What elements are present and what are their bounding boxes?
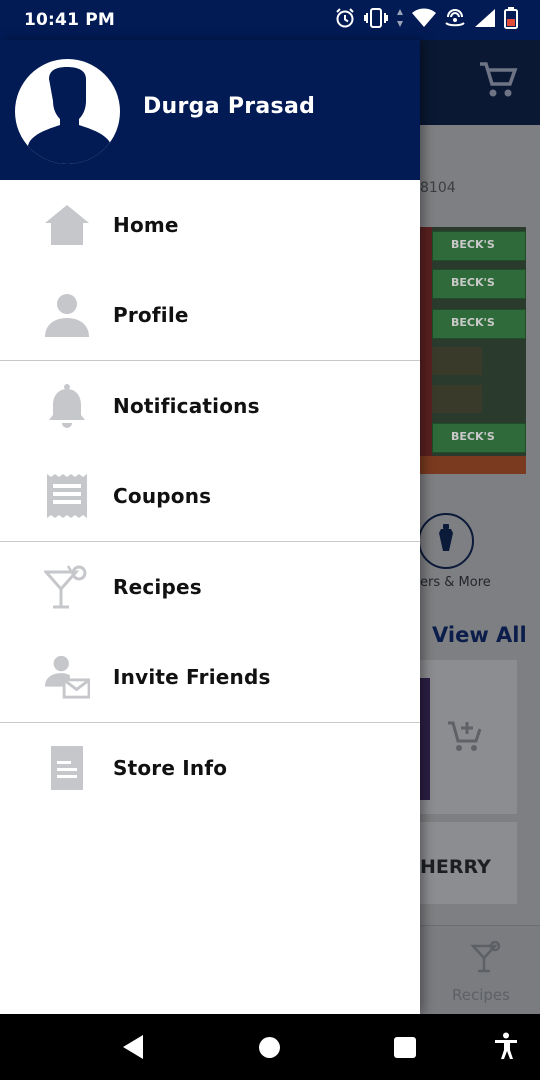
menu-item-home[interactable]: Home [0, 180, 420, 270]
store-id-fragment: 8104 [420, 180, 456, 196]
cart-icon [478, 60, 518, 104]
status-icons [334, 7, 518, 33]
add-to-cart-icon [446, 717, 486, 761]
menu-item-invite-friends[interactable]: Invite Friends [0, 632, 420, 722]
cocktail-icon [470, 940, 502, 978]
menu-item-label: Home [113, 213, 179, 237]
vibrate-icon [364, 7, 388, 33]
alarm-icon [334, 7, 356, 33]
accessibility-icon[interactable] [493, 1032, 519, 1064]
person-silhouette-icon [26, 67, 113, 164]
home-icon [44, 202, 90, 248]
menu-item-label: Store Info [113, 756, 228, 780]
home-circle-icon[interactable] [259, 1037, 280, 1058]
navigation-drawer: Durga Prasad Home Profile Notifications [0, 40, 420, 1014]
menu-item-coupons[interactable]: Coupons [0, 451, 420, 541]
data-arrows-icon [396, 8, 404, 32]
person-icon [44, 292, 90, 338]
crate: BECK'S [432, 231, 526, 261]
status-time: 10:41 PM [24, 10, 116, 30]
battery-low-icon [504, 7, 518, 33]
status-bar: 10:41 PM [0, 0, 540, 40]
category-label: ers & More [420, 575, 491, 590]
crate: BECK'S [432, 423, 526, 453]
view-all-link: View All [432, 623, 527, 647]
crate: BECK'S [432, 309, 526, 339]
user-name: Durga Prasad [143, 94, 316, 119]
menu-item-label: Invite Friends [113, 665, 271, 689]
shaker-category-icon [418, 513, 474, 569]
back-icon[interactable] [121, 1034, 145, 1064]
drawer-header: Durga Prasad [0, 40, 420, 180]
menu-item-label: Recipes [113, 575, 202, 599]
bell-icon [44, 383, 90, 429]
crate: BECK'S [432, 269, 526, 299]
menu-item-label: Notifications [113, 394, 260, 418]
signal-icon [474, 8, 496, 32]
product-name-fragment: HERRY [420, 856, 491, 878]
recents-icon[interactable] [394, 1037, 416, 1058]
menu-item-notifications[interactable]: Notifications [0, 361, 420, 451]
document-icon [44, 745, 90, 791]
wifi-icon [412, 8, 436, 32]
drawer-menu: Home Profile Notifications Coupons Recip… [0, 180, 420, 813]
cocktail-icon [44, 564, 90, 610]
menu-item-profile[interactable]: Profile [0, 270, 420, 360]
bottle-crate [432, 347, 482, 375]
bottom-tab-recipes-label: Recipes [452, 986, 510, 1004]
product-image [420, 678, 430, 800]
menu-item-label: Profile [113, 303, 189, 327]
menu-item-label: Coupons [113, 484, 212, 508]
receipt-icon [44, 473, 90, 519]
invite-friends-icon [44, 654, 90, 700]
avatar[interactable] [15, 59, 120, 164]
menu-item-recipes[interactable]: Recipes [0, 542, 420, 632]
bottle-crate [432, 385, 482, 413]
menu-item-store-info[interactable]: Store Info [0, 723, 420, 813]
promo-banner: BECK'S BECK'S BECK'S BECK'S [420, 227, 526, 474]
hotspot-icon [444, 7, 466, 33]
system-nav-bar [0, 1014, 540, 1080]
